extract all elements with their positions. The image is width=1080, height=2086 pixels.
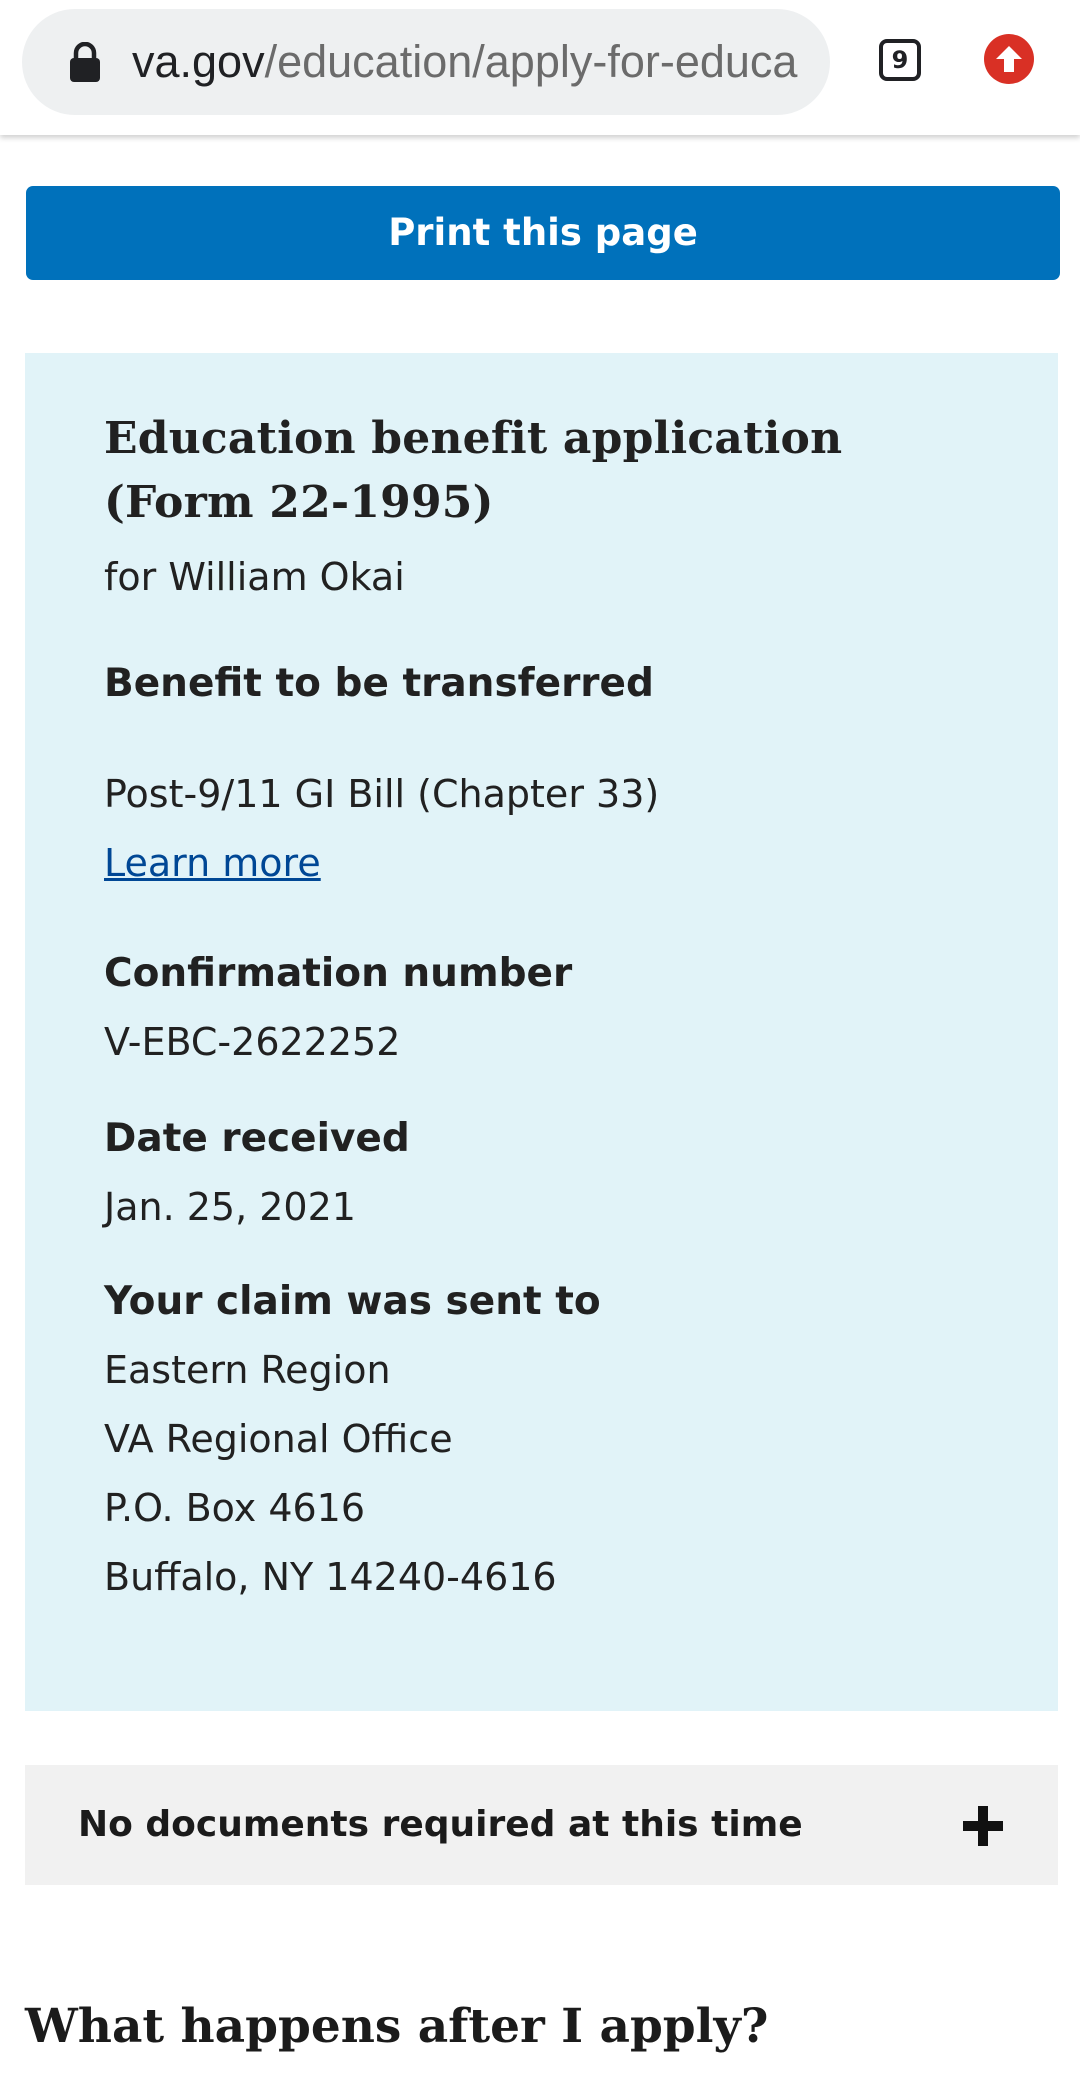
summary-title: Education benefit application (Form 22-1… [104, 407, 1004, 535]
accordion-label: No documents required at this time [78, 1804, 803, 1845]
address-line: Buffalo, NY 14240-4616 [104, 1555, 557, 1599]
section-heading: What happens after I apply? [25, 1999, 769, 2054]
plus-icon[interactable] [963, 1806, 1003, 1846]
lock-icon [68, 41, 102, 82]
address-line: VA Regional Office [104, 1417, 453, 1461]
claim-sent-to-label: Your claim was sent to [104, 1279, 601, 1324]
benefit-value: Post-9/11 GI Bill (Chapter 33) [104, 772, 660, 816]
date-received-label: Date received [104, 1116, 410, 1161]
address-bar[interactable]: va.gov/education/apply-for-educa [22, 9, 830, 115]
arrow-up-circle-icon[interactable] [984, 34, 1034, 84]
print-page-button[interactable]: Print this page [26, 186, 1060, 280]
url-text[interactable]: va.gov/education/apply-for-educa [132, 9, 822, 115]
confirmation-number-label: Confirmation number [104, 951, 573, 996]
browser-toolbar: va.gov/education/apply-for-educa 9 [0, 0, 1080, 135]
url-path: /education/apply-for-educa [264, 36, 798, 87]
benefit-label: Benefit to be transferred [104, 661, 654, 706]
tab-switcher-button[interactable]: 9 [879, 39, 921, 81]
address-line: P.O. Box 4616 [104, 1486, 366, 1530]
address-line: Eastern Region [104, 1348, 391, 1392]
date-received-value: Jan. 25, 2021 [104, 1185, 356, 1229]
url-domain: va.gov [132, 36, 265, 87]
confirmation-summary: Education benefit application (Form 22-1… [25, 353, 1058, 1711]
summary-title-line2: (Form 22-1995) [104, 477, 494, 528]
confirmation-number-value: V-EBC-2622252 [104, 1020, 401, 1064]
summary-title-line1: Education benefit application [104, 413, 843, 464]
learn-more-link[interactable]: Learn more [104, 829, 321, 898]
documents-accordion[interactable]: No documents required at this time [25, 1765, 1058, 1885]
applicant-name: for William Okai [104, 555, 405, 599]
